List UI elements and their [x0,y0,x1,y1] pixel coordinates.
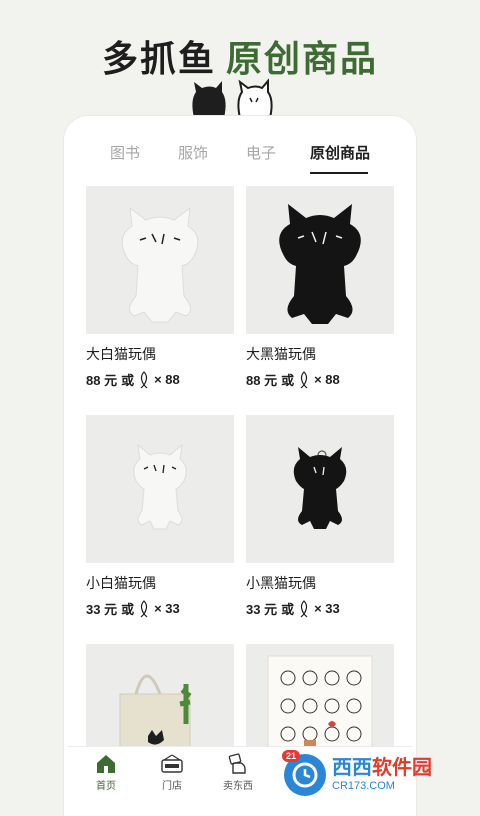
fish-icon [140,370,148,388]
nav-sell-label: 卖东西 [223,781,253,792]
nav-store[interactable]: 门店 [148,753,196,792]
product-item[interactable]: 小黑猫玩偶 33 元 或 × 33 [246,415,394,618]
tab-electronics[interactable]: 电子 [246,142,276,163]
price-amount: 88 元 [246,373,278,388]
product-card-panel: 图书 服饰 电子 原创商品 大白猫玩偶 88 元 或 × 88 大黑猫玩偶 88… [64,116,416,816]
price-amount: 33 元 [86,602,118,617]
category-tabs: 图书 服饰 电子 原创商品 [64,142,416,182]
product-item[interactable]: 大黑猫玩偶 88 元 或 × 88 [246,186,394,389]
price-fish-count: × 33 [314,601,340,616]
product-image-big-white-cat[interactable] [86,186,234,334]
site-watermark: 21 西西软件园 CR173.COM [282,750,480,800]
price-or: 或 [281,373,295,388]
product-price: 88 元 或 × 88 [86,370,234,389]
tab-original-goods[interactable]: 原创商品 [310,142,370,163]
nav-home-label: 首页 [96,781,116,792]
price-fish-count: × 88 [154,372,180,387]
product-image-big-black-cat[interactable] [246,186,394,334]
store-open-icon [148,753,196,775]
headline-brand: 多抓鱼 [101,38,216,79]
price-or: 或 [121,373,135,388]
price-amount: 88 元 [86,373,118,388]
sell-hand-icon [214,753,262,775]
price-fish-count: × 33 [154,601,180,616]
product-item[interactable]: 大白猫玩偶 88 元 或 × 88 [86,186,234,389]
nav-sell[interactable]: 卖东西 [214,753,262,792]
home-icon [82,753,130,775]
product-name: 小白猫玩偶 [86,575,156,591]
active-tab-indicator [310,172,368,174]
price-amount: 33 元 [246,602,278,617]
price-fish-count: × 88 [314,372,340,387]
price-or: 或 [121,602,135,617]
mascot-cats-illustration [192,78,273,118]
product-price: 33 元 或 × 33 [246,599,394,618]
headline-category: 原创商品 [226,38,379,79]
product-name: 小黑猫玩偶 [246,575,316,591]
product-price: 88 元 或 × 88 [246,370,394,389]
nav-home[interactable]: 首页 [82,753,130,792]
fish-icon [300,370,308,388]
product-item[interactable]: 小白猫玩偶 33 元 或 × 33 [86,415,234,618]
watermark-text-brand: 西西 [332,757,372,779]
watermark-logo-icon: 21 [282,750,326,796]
product-name: 大白猫玩偶 [86,346,156,362]
tab-books[interactable]: 图书 [110,142,140,163]
product-image-small-black-cat[interactable] [246,415,394,563]
price-or: 或 [281,602,295,617]
tab-apparel[interactable]: 服饰 [178,142,208,163]
product-image-small-white-cat[interactable] [86,415,234,563]
watermark-badge-number: 21 [282,750,301,762]
fish-icon [140,599,148,617]
fish-icon [300,599,308,617]
product-price: 33 元 或 × 33 [86,599,234,618]
product-name: 大黑猫玩偶 [246,346,316,362]
watermark-text-site: 软件园 [372,757,432,779]
nav-store-label: 门店 [162,781,182,792]
page-headline: 多抓鱼 原创商品 [0,30,480,82]
watermark-domain: CR173.COM [332,780,395,792]
